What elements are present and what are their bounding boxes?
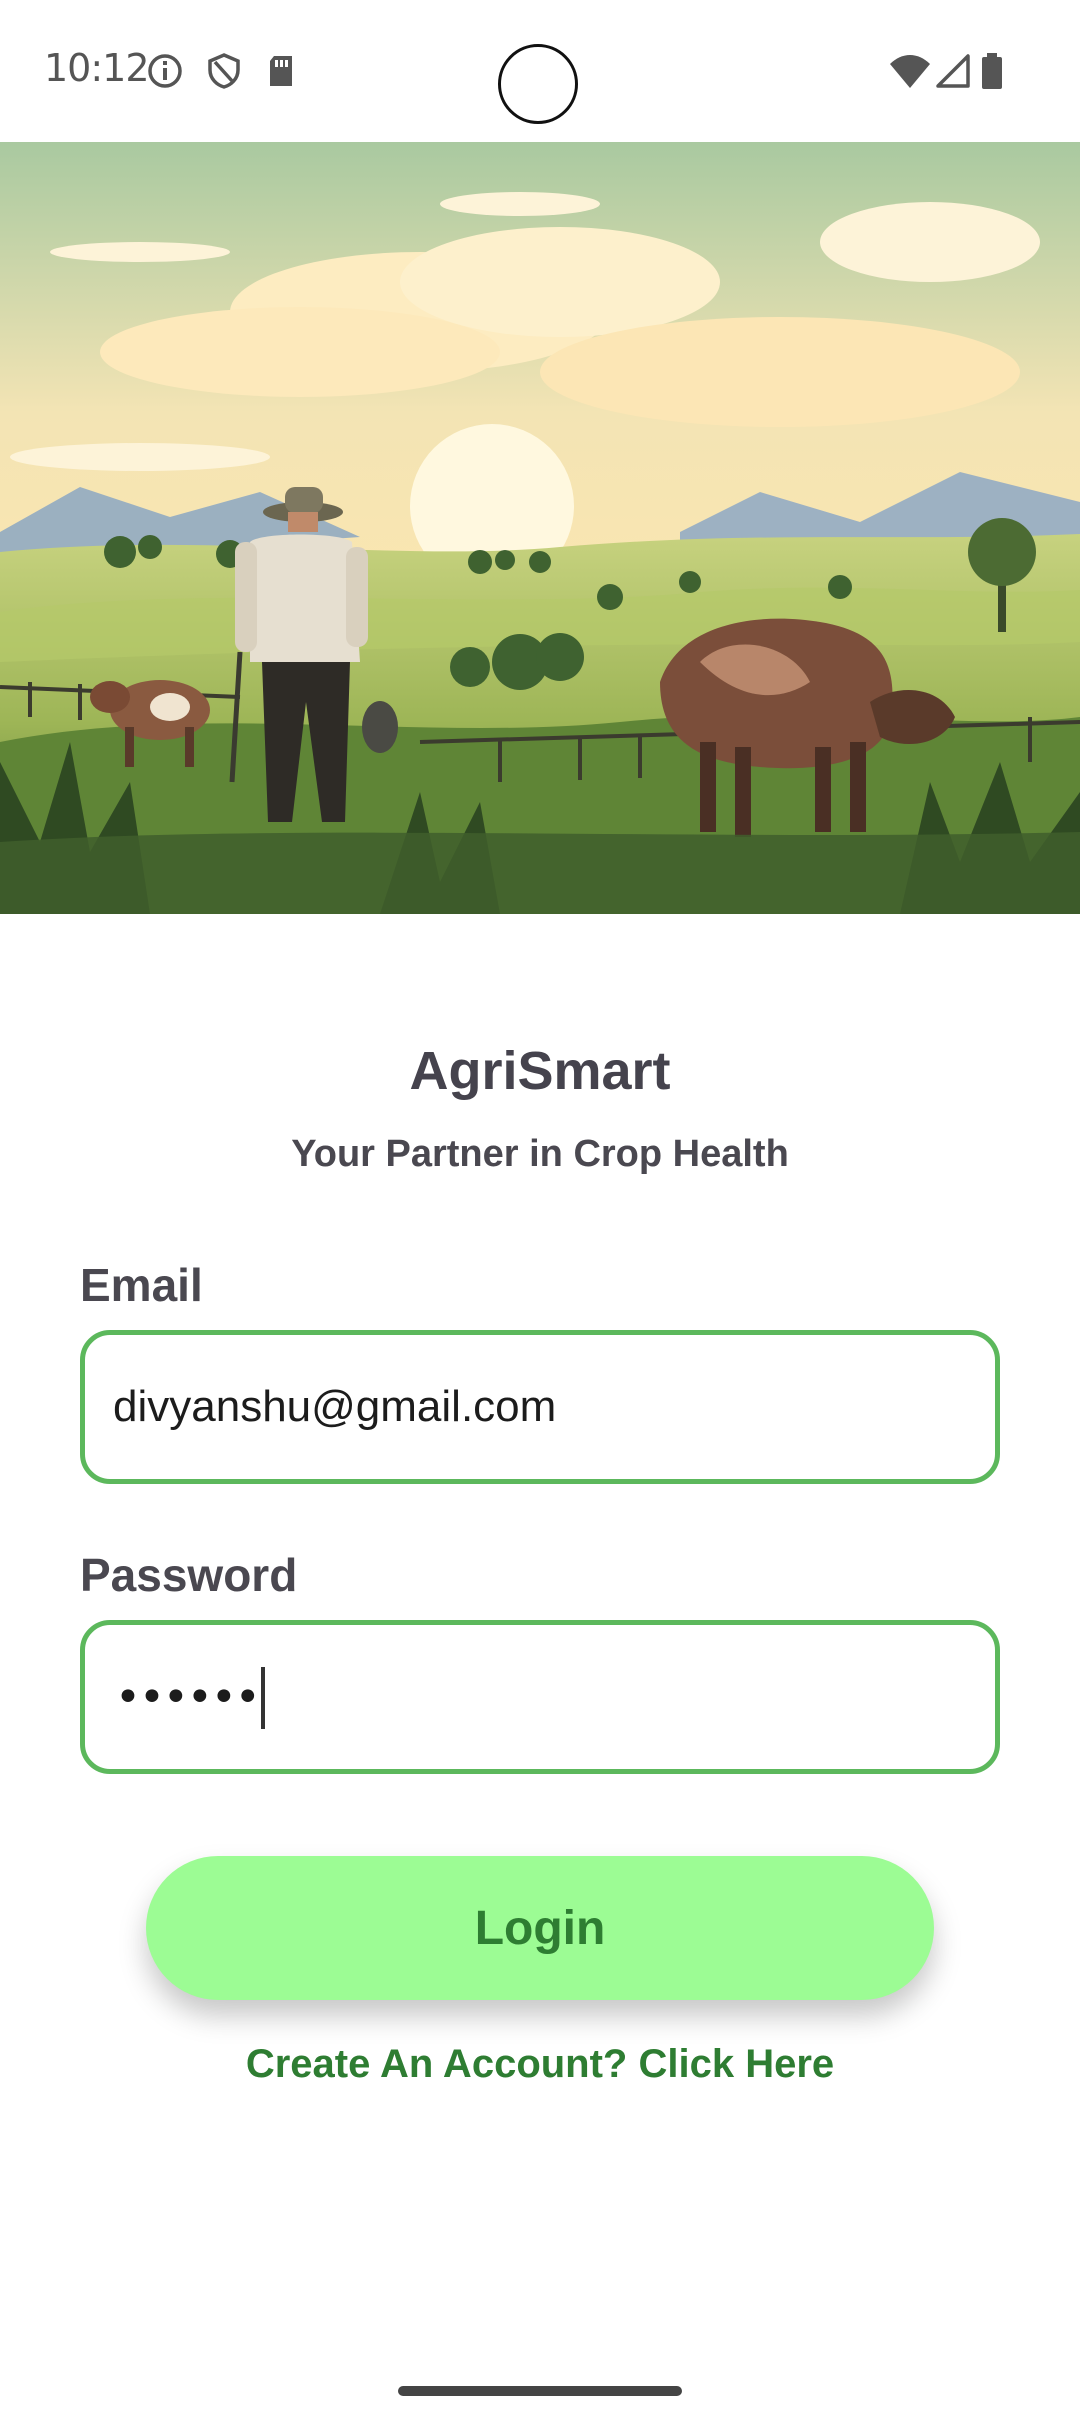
farm-landscape-image xyxy=(0,142,1080,914)
password-label: Password xyxy=(80,1549,298,1601)
password-field[interactable]: •••••• xyxy=(80,1620,1000,1774)
login-button[interactable]: Login xyxy=(146,1856,934,2000)
email-field[interactable] xyxy=(80,1330,1000,1484)
password-masked-value: •••••• xyxy=(115,1672,261,1723)
shield-icon xyxy=(208,53,240,89)
create-account-link[interactable]: Create An Account? Click Here xyxy=(0,2042,1080,2087)
signal-icon xyxy=(936,54,970,88)
email-label: Email xyxy=(80,1259,203,1311)
sd-card-icon xyxy=(270,56,292,86)
wifi-icon xyxy=(890,55,930,88)
password-input[interactable]: •••••• xyxy=(115,1667,265,1731)
email-input[interactable] xyxy=(113,1335,973,1479)
info-icon xyxy=(148,54,182,88)
battery-icon xyxy=(982,53,1002,89)
app-subtitle: Your Partner in Crop Health xyxy=(291,1133,789,1175)
front-camera xyxy=(498,44,578,124)
status-bar: 10:12 xyxy=(0,0,1080,142)
hero-illustration xyxy=(0,142,1080,914)
app-title: AgriSmart xyxy=(409,1041,671,1101)
home-gesture-bar[interactable] xyxy=(398,2386,682,2396)
login-screen: 10:12 AgriSmart Your Partner in Crop Hea… xyxy=(0,0,1080,2424)
text-caret xyxy=(260,1667,265,1729)
status-time: 10:12 xyxy=(44,46,150,90)
